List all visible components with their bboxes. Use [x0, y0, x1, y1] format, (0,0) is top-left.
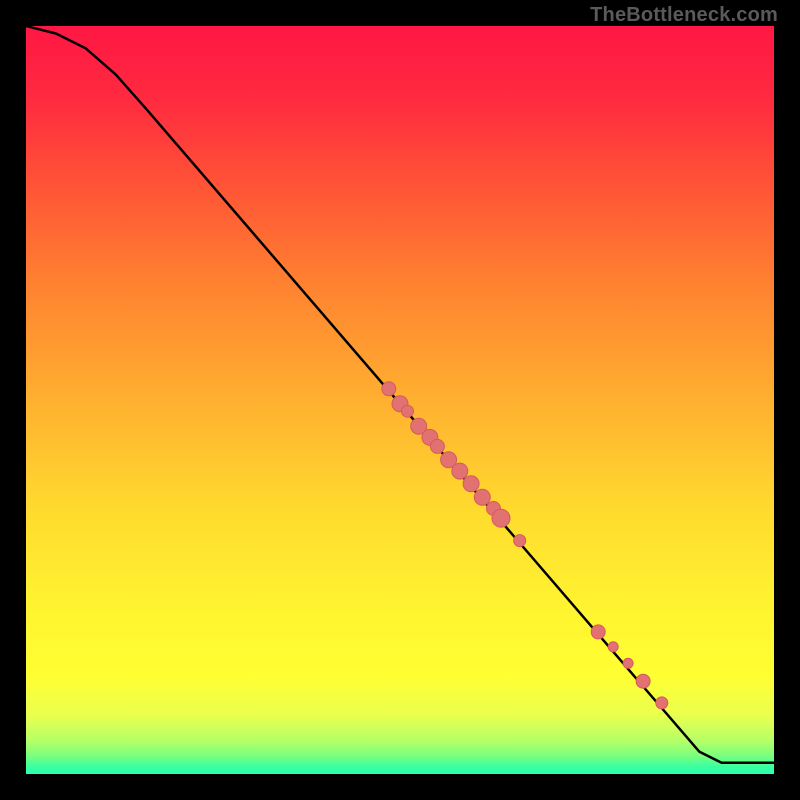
data-point	[591, 625, 605, 639]
data-point	[474, 489, 490, 505]
bottleneck-chart	[0, 0, 800, 800]
data-point	[623, 658, 633, 668]
data-point	[463, 476, 479, 492]
data-point	[402, 405, 414, 417]
data-point	[656, 697, 668, 709]
data-point	[492, 509, 510, 527]
data-point	[430, 439, 444, 453]
chart-stage: TheBottleneck.com	[0, 0, 800, 800]
data-point	[452, 463, 468, 479]
data-point	[608, 642, 618, 652]
watermark-text: TheBottleneck.com	[590, 4, 778, 27]
data-point	[514, 535, 526, 547]
data-point	[636, 674, 650, 688]
data-point	[382, 382, 396, 396]
